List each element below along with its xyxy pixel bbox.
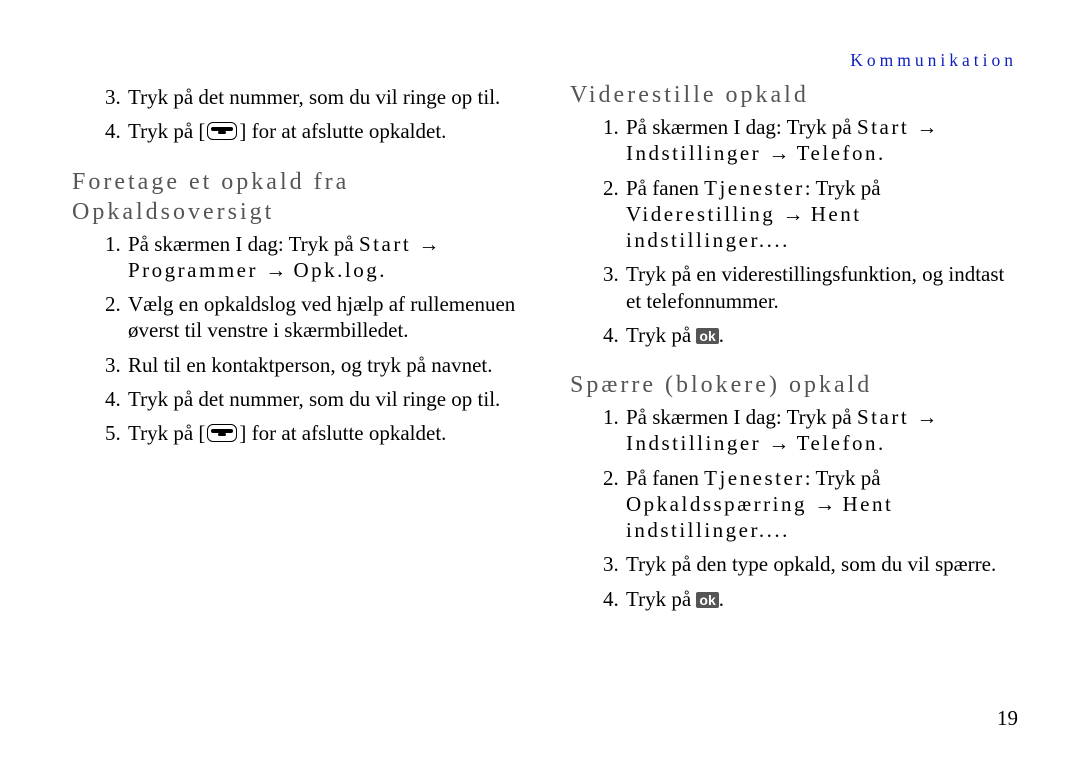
heading-line: Opkaldsoversigt [72,199,274,225]
text: . [379,258,384,282]
text: . [878,431,883,455]
list-item: Rul til en kontaktperson, og tryk på nav… [126,352,522,378]
text: ] for at afslutte opkaldet. [239,119,446,143]
text: . [719,587,724,611]
ui-path: Start [857,405,909,429]
text: . [878,141,883,165]
ui-path: Telefon [797,431,878,455]
text: Tryk på [ [128,421,205,445]
list-item: Tryk på det nummer, som du vil ringe op … [126,84,522,110]
section-label: Kommunikation [850,50,1017,71]
list-item: Tryk på den type opkald, som du vil spær… [624,551,1020,577]
text: . [782,228,787,252]
text: Tryk på [626,587,696,611]
ui-path: Indstillinger [626,141,761,165]
list-item: På fanen Tjenester: Tryk på Viderestilli… [624,175,1020,254]
ui-path: Start [857,115,909,139]
right-column: Viderestille opkald På skærmen I dag: Tr… [570,80,1020,622]
arrow-icon: → [766,430,791,456]
page-number: 19 [997,706,1018,731]
list-item: Tryk på en viderestillingsfunktion, og i… [624,261,1020,314]
text: Tryk på [626,323,696,347]
ui-path: Opk.log [293,258,379,282]
ok-icon: ok [696,328,718,344]
ui-path: Telefon [797,141,878,165]
list-item: På skærmen I dag: Tryk på Start → Indsti… [624,114,1020,167]
heading-line: Foretage et opkald fra [72,169,349,195]
ok-icon: ok [696,592,718,608]
steps-spaerre: På skærmen I dag: Tryk på Start → Indsti… [570,404,1020,612]
ui-path: Tjenester [704,176,805,200]
text: : Tryk på [805,176,881,200]
text: Tryk på [ [128,119,205,143]
list-item: Tryk på ok. [624,322,1020,348]
text: Tryk på en viderestillingsfunktion, og i… [626,262,1004,312]
arrow-icon: → [914,114,939,140]
list-item: Vælg en opkaldslog ved hjælp af rullemen… [126,291,522,344]
end-call-icon [207,424,237,442]
manual-page: Kommunikation Tryk på det nummer, som du… [0,0,1080,765]
text: På skærmen I dag: Tryk på [626,405,857,429]
arrow-icon: → [263,257,288,283]
subheading-viderestille: Viderestille opkald [570,80,1020,110]
ui-path: Opkaldsspærring [626,492,807,516]
text: Tryk på det nummer, som du vil ringe op … [128,85,500,109]
steps-foretage: På skærmen I dag: Tryk på Start → Progra… [72,231,522,447]
list-item: På skærmen I dag: Tryk på Start → Indsti… [624,404,1020,457]
columns: Tryk på det nummer, som du vil ringe op … [72,80,1020,622]
text: Tryk på det nummer, som du vil ringe op … [128,387,500,411]
left-column: Tryk på det nummer, som du vil ringe op … [72,80,522,622]
list-item: På skærmen I dag: Tryk på Start → Progra… [126,231,522,284]
ui-path: Start [359,232,411,256]
text: . [782,518,787,542]
text: : Tryk på [805,466,881,490]
subheading-foretage: Foretage et opkald fra Opkaldsoversigt [72,167,522,227]
steps-viderestille: På skærmen I dag: Tryk på Start → Indsti… [570,114,1020,348]
text: . [719,323,724,347]
list-item: Tryk på [ ] for at afslutte opkaldet. [126,118,522,144]
text: På fanen [626,176,704,200]
text: Rul til en kontaktperson, og tryk på nav… [128,353,493,377]
subheading-spaerre: Spærre (blokere) opkald [570,370,1020,400]
text: Vælg en opkaldslog ved hjælp af rullemen… [128,292,515,342]
ui-path: Viderestilling [626,202,775,226]
text: På fanen [626,466,704,490]
list-item: På fanen Tjenester: Tryk på Opkaldsspærr… [624,465,1020,544]
arrow-icon: → [766,140,791,166]
arrow-icon: → [416,231,441,257]
arrow-icon: → [914,404,939,430]
list-item: Tryk på ok. [624,586,1020,612]
end-call-icon [207,122,237,140]
ui-path: Indstillinger [626,431,761,455]
continued-list: Tryk på det nummer, som du vil ringe op … [72,84,522,145]
ui-path: Tjenester [704,466,805,490]
list-item: Tryk på det nummer, som du vil ringe op … [126,386,522,412]
text: På skærmen I dag: Tryk på [626,115,857,139]
text: På skærmen I dag: Tryk på [128,232,359,256]
text: Tryk på den type opkald, som du vil spær… [626,552,996,576]
list-item: Tryk på [ ] for at afslutte opkaldet. [126,420,522,446]
arrow-icon: → [812,491,837,517]
ui-path: Programmer [128,258,258,282]
arrow-icon: → [780,201,805,227]
text: ] for at afslutte opkaldet. [239,421,446,445]
